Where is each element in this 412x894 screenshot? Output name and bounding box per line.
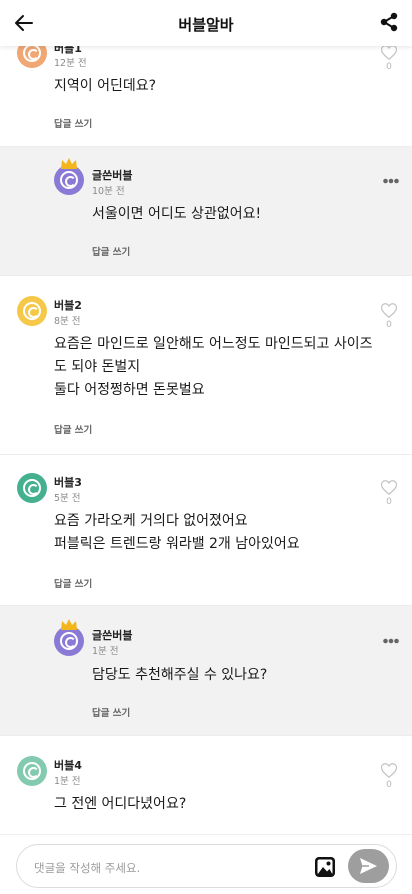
reply-button[interactable]: 답글 쓰기 (54, 422, 92, 436)
comment-body: 요즘은 마인드로 일안해도 어느정도 마인드되고 사이즈 도 되야 돈벌지 둘다… (54, 336, 373, 398)
comment-time: 8분 전 (54, 316, 81, 327)
comment-author[interactable]: 버블4 (54, 757, 82, 773)
comment-time: 5분 전 (54, 493, 81, 504)
more-options-icon[interactable] (383, 638, 399, 644)
reply-button[interactable]: 답글 쓰기 (92, 244, 130, 258)
comment-body: 담당도 추천해주실 수 있나요? (92, 667, 268, 683)
comment-author[interactable]: 버블3 (54, 474, 82, 490)
comment-item: 버블3 5분 전 요즘 가라오케 거의다 없어졌어요 퍼블릭은 트렌드랑 워라밸… (0, 455, 412, 606)
comment-body: 서울이면 어디도 상관없어요! (92, 206, 262, 222)
comment-author[interactable]: 글쓴버블 (92, 167, 132, 183)
comment-time: 1분 전 (92, 646, 119, 657)
like-button[interactable]: 0 (379, 479, 399, 507)
share-icon[interactable] (378, 11, 400, 33)
image-icon[interactable] (314, 856, 336, 878)
avatar[interactable] (17, 296, 47, 326)
like-count: 0 (386, 780, 392, 790)
comment-body: 지역이 어딘데요? (54, 78, 157, 94)
comment-time: 1분 전 (54, 776, 81, 787)
reply-button[interactable]: 답글 쓰기 (54, 116, 92, 130)
like-button[interactable]: 0 (379, 44, 399, 72)
heart-icon (380, 480, 398, 496)
crown-icon (61, 158, 77, 169)
comment-body: 요즘 가라오케 거의다 없어졌어요 퍼블릭은 트렌드랑 워라밸 2개 남아있어요 (54, 513, 300, 552)
avatar[interactable] (17, 756, 47, 786)
crown-icon (61, 619, 77, 630)
like-count: 0 (386, 497, 392, 507)
app-header: 버블알바 (0, 0, 412, 46)
comment-input[interactable]: 댓글을 작성해 주세요. (16, 844, 397, 888)
comment-item: 버블4 1분 전 그 전엔 어디다녔어요? 0 (0, 736, 412, 834)
reply-button[interactable]: 답글 쓰기 (92, 705, 130, 719)
comment-time: 12분 전 (54, 58, 87, 69)
heart-icon (380, 303, 398, 319)
like-count: 0 (386, 320, 392, 330)
avatar[interactable] (17, 473, 47, 503)
more-options-icon[interactable] (383, 178, 399, 184)
like-count: 0 (386, 62, 392, 72)
comment-item: 버블2 8분 전 요즘은 마인드로 일안해도 어느정도 마인드되고 사이즈 도 … (0, 276, 412, 455)
comment-input-placeholder[interactable]: 댓글을 작성해 주세요. (34, 860, 140, 876)
comment-time: 10분 전 (92, 186, 125, 197)
heart-icon (380, 763, 398, 779)
comment-author[interactable]: 글쓴버블 (92, 627, 132, 643)
comment-body: 그 전엔 어디다녔어요? (54, 796, 187, 812)
comment-author[interactable]: 버블2 (54, 297, 82, 313)
reply-button[interactable]: 답글 쓰기 (54, 576, 92, 590)
reply-item: 글쓴버블 1분 전 담당도 추천해주실 수 있나요? 답글 쓰기 (0, 606, 412, 736)
heart-icon (380, 45, 398, 61)
send-icon (360, 858, 377, 874)
send-button[interactable] (348, 849, 389, 883)
like-button[interactable]: 0 (379, 762, 399, 790)
page-title: 버블알바 (178, 16, 234, 34)
reply-item: 글쓴버블 10분 전 서울이면 어디도 상관없어요! 답글 쓰기 (0, 147, 412, 276)
like-button[interactable]: 0 (379, 302, 399, 330)
comment-input-bar: 댓글을 작성해 주세요. (0, 834, 412, 894)
